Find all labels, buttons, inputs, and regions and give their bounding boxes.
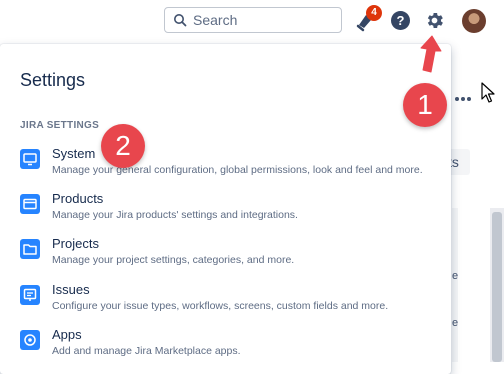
settings-item-products[interactable]: Products Manage your Jira products' sett… bbox=[20, 191, 440, 231]
settings-title: Settings bbox=[20, 70, 86, 90]
apps-icon bbox=[20, 330, 40, 350]
settings-item-name: System bbox=[52, 146, 96, 161]
products-icon bbox=[20, 194, 40, 214]
notification-badge: 4 bbox=[366, 5, 382, 21]
background-panel bbox=[452, 208, 458, 362]
settings-item-name: Projects bbox=[52, 236, 99, 251]
background-text: e bbox=[452, 270, 459, 282]
user-avatar[interactable] bbox=[462, 9, 486, 33]
search-placeholder: Search bbox=[193, 12, 238, 28]
settings-item-description: Manage your general configuration, globa… bbox=[52, 164, 423, 176]
settings-item-description: Manage your project settings, categories… bbox=[52, 254, 295, 266]
mouse-cursor-icon bbox=[481, 82, 495, 103]
scrollbar-thumb[interactable] bbox=[492, 212, 502, 362]
settings-gear-icon[interactable] bbox=[424, 10, 445, 31]
monitor-icon bbox=[20, 149, 40, 169]
annotation-step-1: 1 bbox=[403, 83, 447, 127]
issues-icon bbox=[20, 285, 40, 305]
settings-item-issues[interactable]: Issues Configure your issue types, workf… bbox=[20, 282, 440, 322]
folder-icon bbox=[20, 239, 40, 259]
settings-item-apps[interactable]: Apps Add and manage Jira Marketplace app… bbox=[20, 327, 440, 367]
more-actions-icon[interactable] bbox=[453, 92, 473, 106]
settings-item-system[interactable]: System Manage your general configuration… bbox=[20, 146, 440, 186]
help-icon[interactable]: ? bbox=[391, 11, 410, 30]
jira-settings-section-label: JIRA SETTINGS bbox=[20, 120, 100, 131]
settings-item-name: Issues bbox=[52, 282, 90, 297]
annotation-step-2: 2 bbox=[101, 124, 145, 168]
search-icon bbox=[174, 14, 187, 27]
background-button[interactable]: ts bbox=[448, 149, 470, 175]
annotation-arrow-icon bbox=[420, 35, 442, 73]
svg-text:?: ? bbox=[397, 13, 405, 28]
settings-item-description: Add and manage Jira Marketplace apps. bbox=[52, 345, 241, 357]
settings-item-name: Apps bbox=[52, 327, 82, 342]
background-text: e bbox=[452, 317, 459, 329]
settings-item-name: Products bbox=[52, 191, 104, 206]
settings-item-description: Configure your issue types, workflows, s… bbox=[52, 300, 389, 312]
settings-item-description: Manage your Jira products' settings and … bbox=[52, 209, 298, 221]
search-input[interactable]: Search bbox=[164, 7, 342, 33]
settings-item-projects[interactable]: Projects Manage your project settings, c… bbox=[20, 236, 440, 276]
